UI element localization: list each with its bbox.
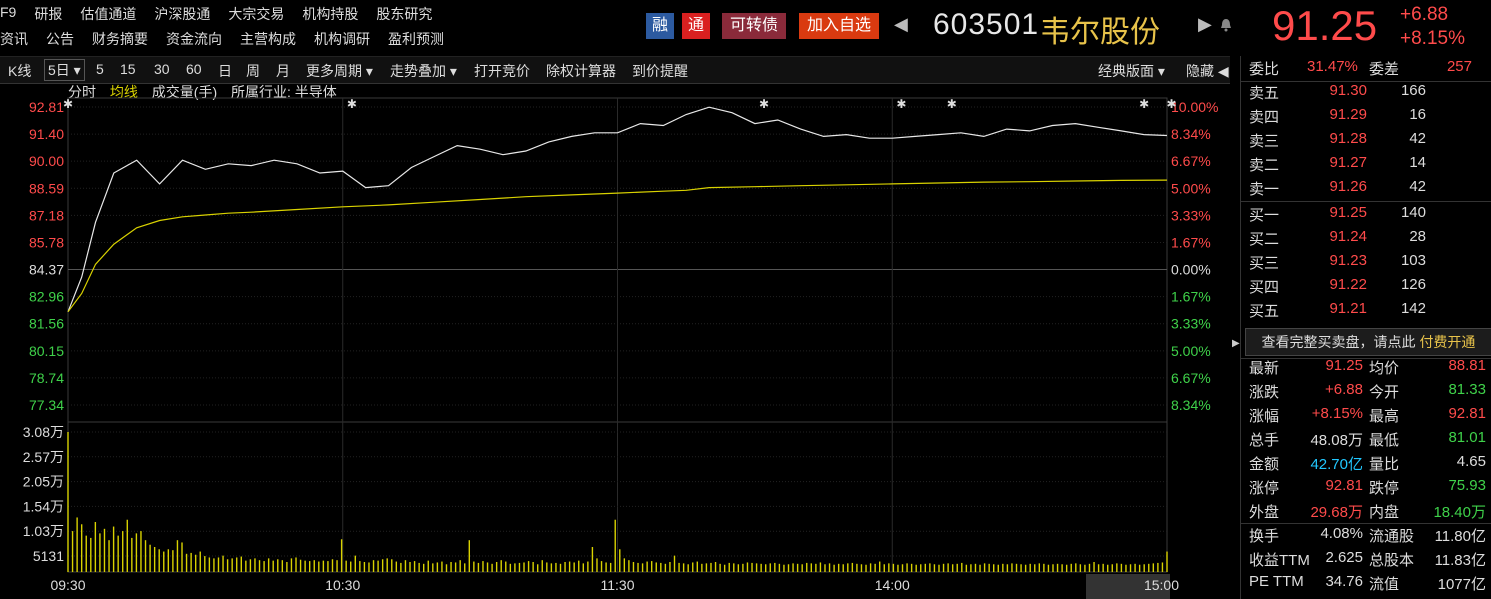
- stat-row-6: 外盘 29.68万 内盘 18.40万: [1249, 504, 1486, 521]
- pct-tick-label: 1.67%: [1171, 234, 1211, 250]
- stat-row-4: 金额 42.70亿 量比 4.65: [1249, 453, 1486, 473]
- pct-tick-label: 3.33%: [1171, 207, 1211, 223]
- time-axis-label: 11:30: [601, 577, 635, 593]
- buy-level-5[interactable]: 买五 91.21 142: [1241, 300, 1491, 322]
- stat-row-1: 涨跌 +6.88 今开 81.33: [1249, 381, 1486, 401]
- pct-tick-label: 10.00%: [1171, 99, 1218, 115]
- pct-tick-label: 8.34%: [1171, 126, 1211, 142]
- stat-row-0: 最新 91.25 均价 88.81: [1249, 357, 1486, 377]
- pct-tick-label: 1.67%: [1171, 289, 1211, 305]
- volume-tick-label: 2.05万: [23, 474, 64, 490]
- volume-tick-label: 2.57万: [23, 449, 64, 465]
- star-marker: ✱: [759, 97, 769, 111]
- price-change: +6.88: [1400, 4, 1449, 25]
- order-book-panel: 委比 31.47% 委差 257 卖五 91.30 166 卖四 91.29 16 卖三 91…: [1240, 56, 1491, 599]
- price-tick-label: 92.81: [29, 99, 64, 115]
- intraday-chart: 92.81 10.00% 91.40 8.34% 90.00 6.67% 88.59 5.00…: [23, 97, 1218, 599]
- buy-level-4[interactable]: 买四 91.22 126: [1241, 276, 1491, 298]
- price-tick-label: 82.96: [29, 289, 64, 305]
- volume-tick-label: 5131: [33, 548, 64, 564]
- sell-level-5[interactable]: 卖五 91.30 166: [1241, 82, 1491, 104]
- price-tick-label: 77.34: [29, 397, 64, 413]
- last-price: 91.25: [1272, 2, 1378, 49]
- sell-level-2[interactable]: 卖二 91.27 14: [1241, 154, 1491, 176]
- pct-tick-label: 5.00%: [1171, 343, 1211, 359]
- price-tick-label: 90.00: [29, 153, 64, 169]
- stat-row-7: 换手 4.08% 流通股 11.80亿: [1249, 525, 1486, 545]
- time-axis-label: 15:00: [1144, 577, 1179, 593]
- price-tick-label: 91.40: [29, 126, 64, 142]
- stat-row-5: 涨停 92.81 跌停 75.93: [1249, 477, 1486, 497]
- price-tick-label: 88.59: [29, 180, 64, 196]
- stat-row-8: 收益TTM 2.625 总股本 11.83亿: [1249, 549, 1486, 569]
- sell-level-3[interactable]: 卖三 91.28 42: [1241, 130, 1491, 152]
- collapse-arrow-icon[interactable]: ▶: [1232, 338, 1240, 349]
- sell-level-1[interactable]: 卖一 91.26 42: [1241, 178, 1491, 200]
- star-marker: ✱: [1167, 97, 1177, 111]
- pct-tick-label: 6.67%: [1171, 370, 1211, 386]
- stat-row-2: 涨幅 +8.15% 最高 92.81: [1249, 405, 1486, 425]
- star-marker: ✱: [63, 97, 73, 111]
- buy-level-3[interactable]: 买三 91.23 103: [1241, 252, 1491, 274]
- buy-level-1[interactable]: 买一 91.25 140: [1241, 204, 1491, 226]
- stat-row-3: 总手 48.08万 最低 81.01: [1249, 429, 1486, 449]
- star-marker: ✱: [347, 97, 357, 111]
- star-marker: ✱: [1139, 97, 1149, 111]
- pct-tick-label: 0.00%: [1171, 262, 1211, 278]
- price-tick-label: 87.18: [29, 207, 64, 223]
- star-marker: ✱: [947, 97, 957, 111]
- weibi-row: 委比 31.47% 委差 257: [1249, 58, 1472, 78]
- price-tick-label: 81.56: [29, 316, 64, 332]
- price-tick-label: 85.78: [29, 234, 64, 250]
- buy-level-2[interactable]: 买二 91.24 28: [1241, 228, 1491, 250]
- pay-link[interactable]: 付费开通: [1419, 334, 1475, 350]
- time-axis-label: 10:30: [325, 577, 360, 593]
- star-marker: ✱: [896, 97, 906, 111]
- sell-level-4[interactable]: 卖四 91.29 16: [1241, 106, 1491, 128]
- volume-tick-label: 1.54万: [23, 498, 64, 514]
- stat-row-9: PE TTM 34.76 流值 1077亿: [1249, 573, 1486, 593]
- time-axis-label: 09:30: [50, 577, 85, 593]
- pct-tick-label: 3.33%: [1171, 316, 1211, 332]
- time-axis-label: 14:00: [875, 577, 910, 593]
- price-change-pct: +8.15%: [1400, 28, 1465, 49]
- price-tick-label: 80.15: [29, 343, 64, 359]
- pct-tick-label: 8.34%: [1171, 397, 1211, 413]
- pct-tick-label: 6.67%: [1171, 153, 1211, 169]
- price-tick-label: 84.37: [29, 262, 64, 278]
- volume-tick-label: 1.03万: [23, 523, 64, 539]
- price-tick-label: 78.74: [29, 370, 64, 386]
- pct-tick-label: 5.00%: [1171, 180, 1211, 196]
- volume-tick-label: 3.08万: [23, 424, 64, 440]
- upgrade-promo[interactable]: 查看完整买卖盘，请点此 付费开通: [1245, 328, 1491, 356]
